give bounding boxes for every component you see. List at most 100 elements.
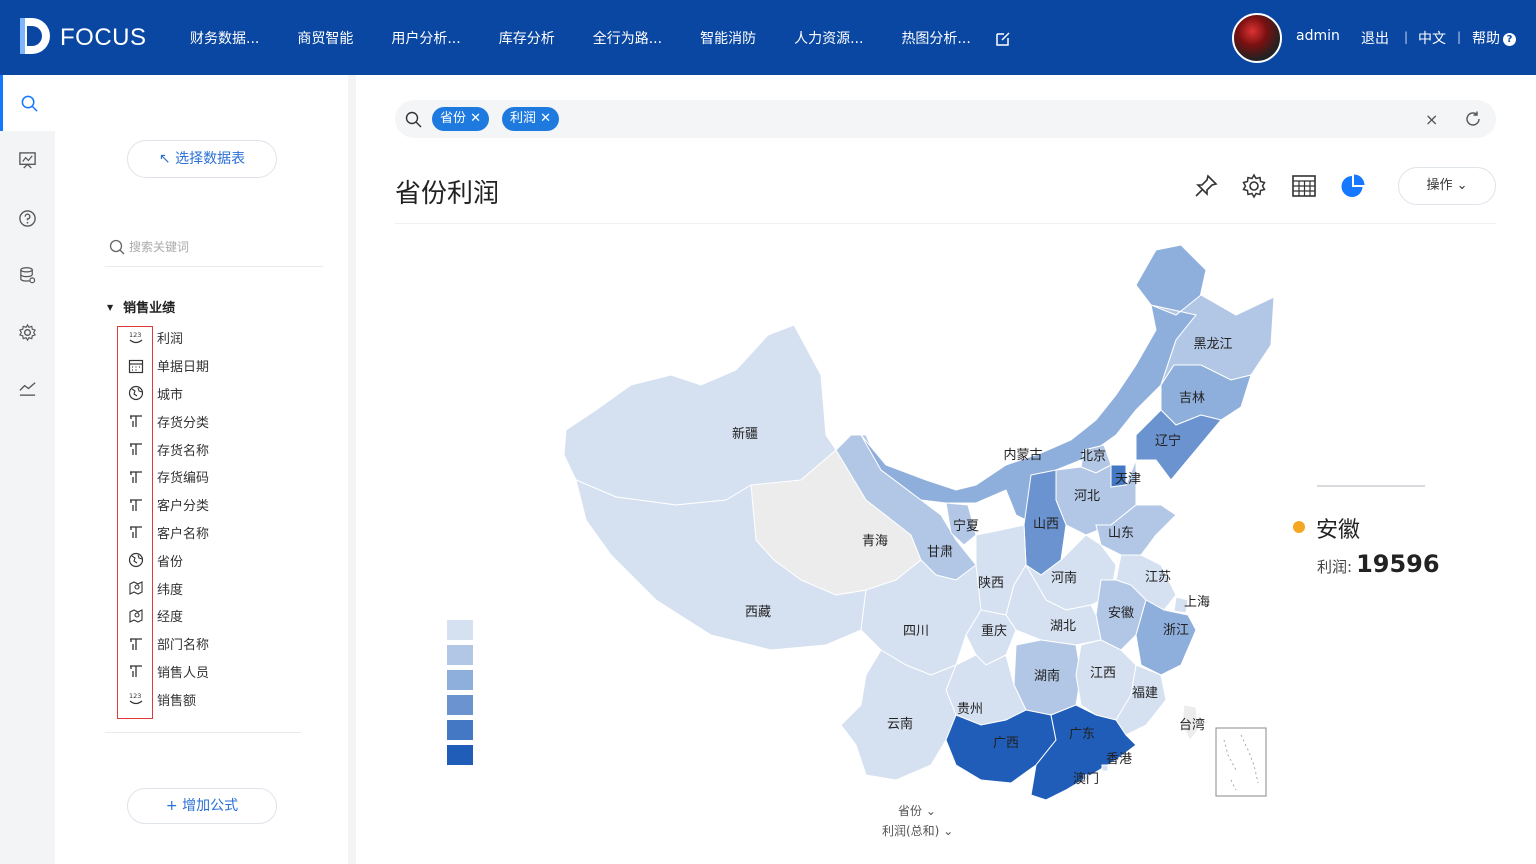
legend-swatch[interactable] (447, 745, 473, 765)
legend-swatch[interactable] (447, 670, 473, 690)
tooltip-dot (1293, 521, 1305, 533)
select-table-button[interactable]: ↖ 选择数据表 (127, 140, 277, 178)
rail-database[interactable] (0, 247, 55, 303)
china-province-map[interactable]: 新疆西藏 青海甘肃宁夏 内蒙古 黑龙江吉林辽宁北京天津河北山西山东陕西 河南 江苏安徽 上海… (536, 235, 1296, 815)
field-item[interactable]: 经度 (121, 602, 321, 630)
field-item[interactable]: 123 利润 (121, 324, 321, 352)
legend-swatch[interactable] (447, 620, 473, 640)
province-label: 云南 (887, 716, 913, 732)
province-label: 陕西 (978, 576, 1004, 591)
language-switch[interactable]: 中文 (1418, 28, 1446, 48)
table-icon[interactable] (1291, 173, 1317, 199)
province-label: 上海 (1184, 595, 1210, 610)
province-label: 澳门 (1073, 771, 1099, 787)
province-label: 新疆 (732, 426, 758, 442)
tooltip-province: 安徽 (1316, 518, 1361, 543)
pie-chart-icon[interactable] (1340, 173, 1366, 199)
measure-selector[interactable]: 利润(总和) ⌄ (882, 822, 953, 839)
rail-help[interactable] (0, 190, 55, 246)
clear-query-icon[interactable]: × (1425, 110, 1438, 129)
help-label: 帮助 (1472, 31, 1500, 47)
field-item[interactable]: 123 销售额 (121, 685, 321, 713)
nav-item-trade[interactable]: 商贸智能 (297, 28, 353, 48)
field-label: 纬度 (157, 582, 184, 598)
help-link[interactable]: 帮助? (1472, 28, 1516, 48)
query-bar[interactable]: 省份 ✕ 利润 ✕ × (395, 100, 1496, 138)
field-item[interactable]: 城市 (121, 380, 321, 408)
province-label: 宁夏 (953, 518, 979, 534)
rail-dashboard[interactable] (0, 132, 55, 188)
query-chip-profit[interactable]: 利润 ✕ (502, 107, 560, 131)
field-search (105, 227, 323, 267)
nav-item-hr[interactable]: 人力资源... (794, 28, 863, 48)
field-item[interactable]: 客户分类 (121, 491, 321, 519)
add-formula-button[interactable]: + 增加公式 (127, 788, 277, 824)
chip-remove-icon[interactable]: ✕ (540, 111, 551, 126)
divider (395, 223, 1496, 224)
field-search-input[interactable] (129, 237, 319, 257)
dimension-label: 省份 (898, 804, 923, 818)
settings-icon[interactable] (1241, 173, 1267, 199)
focus-logo[interactable]: FOCUS (18, 16, 158, 58)
nav-item-fire[interactable]: 智能消防 (700, 28, 756, 48)
chip-label: 省份 (440, 111, 467, 126)
field-item[interactable]: 部门名称 (121, 630, 321, 658)
pin-icon[interactable] (1193, 173, 1219, 199)
number-icon: 123 (128, 691, 144, 707)
field-label: 存货分类 (157, 415, 210, 431)
field-item[interactable]: 销售人员 (121, 658, 321, 686)
nav-item-user-analysis[interactable]: 用户分析... (391, 28, 460, 48)
legend-swatch[interactable] (447, 645, 473, 665)
query-chip-province[interactable]: 省份 ✕ (432, 107, 490, 131)
nav-item-finance[interactable]: 财务数据... (190, 28, 259, 48)
settings-icon (19, 323, 36, 341)
province-label: 台湾 (1179, 717, 1205, 733)
logout-link[interactable]: 退出 (1361, 28, 1389, 48)
user-name[interactable]: admin (1296, 28, 1340, 44)
field-item[interactable]: 客户名称 (121, 519, 321, 547)
dimension-selector[interactable]: 省份 ⌄ (898, 802, 936, 819)
edit-nav-icon[interactable] (994, 30, 1012, 48)
field-label: 存货名称 (157, 443, 210, 459)
rail-search[interactable] (0, 75, 55, 131)
province-label: 浙江 (1163, 623, 1189, 638)
globe-icon (128, 385, 144, 401)
province-region[interactable] (563, 324, 837, 506)
legend-swatch[interactable] (447, 695, 473, 715)
field-item[interactable]: 省份 (121, 546, 321, 574)
operations-dropdown[interactable]: 操作 ⌄ (1398, 167, 1496, 205)
text-icon (128, 524, 144, 540)
nav-item-behavior[interactable]: 全行为路... (593, 28, 662, 48)
field-item[interactable]: 存货编码 (121, 463, 321, 491)
south-china-sea-inset (1215, 727, 1267, 797)
map-pin-icon (128, 580, 144, 596)
province-label: 香港 (1106, 752, 1132, 767)
province-label: 吉林 (1179, 391, 1205, 406)
nav-item-inventory[interactable]: 库存分析 (499, 28, 555, 48)
field-item[interactable]: 纬度 (121, 574, 321, 602)
field-label: 城市 (157, 387, 184, 403)
rail-settings[interactable] (0, 304, 55, 360)
province-label: 山西 (1033, 517, 1059, 532)
field-item[interactable]: 存货名称 (121, 435, 321, 463)
rail-trend[interactable] (0, 360, 55, 416)
field-group-header[interactable]: ▼ 销售业绩 (107, 297, 175, 316)
measure-label: 利润(总和) (882, 824, 940, 838)
brand-name: FOCUS (60, 24, 147, 51)
text-icon (128, 469, 144, 485)
svg-text:123: 123 (129, 331, 141, 339)
icon-rail (0, 75, 55, 864)
search-icon (405, 111, 422, 128)
legend-swatch[interactable] (447, 720, 473, 740)
field-item[interactable]: 单据日期 (121, 352, 321, 380)
refresh-icon[interactable] (1464, 110, 1482, 128)
tooltip-metric-value: 19596 (1356, 550, 1440, 578)
chevron-down-icon: ⌄ (925, 804, 936, 818)
user-avatar[interactable] (1232, 13, 1282, 63)
nav-item-heatmap[interactable]: 热图分析... (901, 28, 970, 48)
chip-remove-icon[interactable]: ✕ (470, 111, 481, 126)
field-item[interactable]: 存货分类 (121, 407, 321, 435)
province-label: 贵州 (957, 702, 983, 717)
text-icon (128, 497, 144, 513)
main-nav: 财务数据... 商贸智能 用户分析... 库存分析 全行为路... 智能消防 人… (190, 0, 1009, 75)
